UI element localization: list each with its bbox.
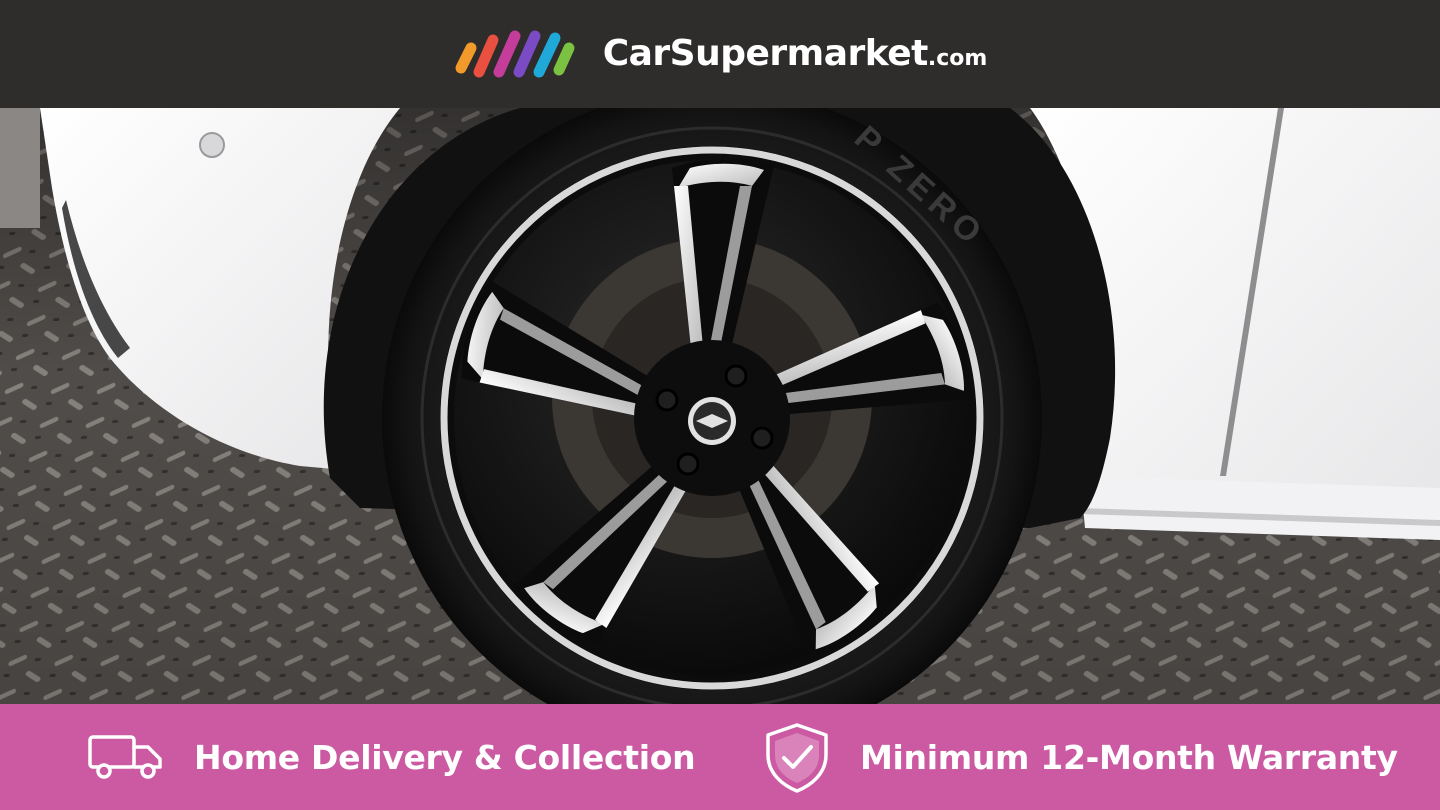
feature-warranty: Minimum 12-Month Warranty — [762, 704, 1398, 810]
brand-tld: .com — [927, 46, 988, 71]
brand-logo[interactable]: CarSupermarket.com — [453, 26, 988, 82]
delivery-truck-icon — [88, 735, 162, 779]
feature-banner: Home Delivery & Collection Minimum 12-Mo… — [0, 704, 1440, 810]
feature-label: Minimum 12-Month Warranty — [860, 737, 1398, 777]
feature-home-delivery: Home Delivery & Collection — [86, 704, 696, 810]
feature-label: Home Delivery & Collection — [194, 737, 696, 777]
brand-header: CarSupermarket.com — [0, 0, 1440, 108]
brand-name-main: CarSupermarket — [602, 33, 929, 74]
car-wheel-photo: P ZERO — [0, 108, 1440, 704]
brand-name: CarSupermarket.com — [603, 36, 988, 72]
rainbow-stripes-logo-icon — [455, 30, 575, 78]
listing-image: CarSupermarket.com P ZERO Home Delivery … — [0, 0, 1440, 810]
shield-check-icon — [766, 723, 828, 793]
wheel-photo-illustration: P ZERO — [0, 108, 1440, 704]
